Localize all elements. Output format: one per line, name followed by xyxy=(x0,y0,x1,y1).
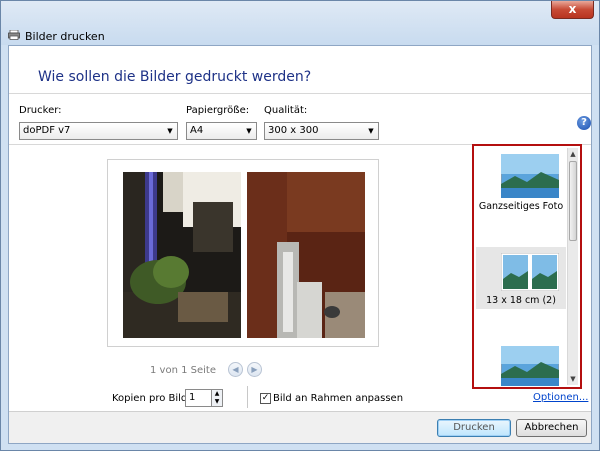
arrow-left-icon: ◀ xyxy=(232,365,239,374)
print-preview xyxy=(107,159,379,347)
printer-value: doPDF v7 xyxy=(23,125,71,136)
dialog-content: Wie sollen die Bilder gedruckt werden? D… xyxy=(8,45,592,444)
two-portraits-thumbnail-icon xyxy=(501,253,559,291)
copies-label: Kopien pro Bild: xyxy=(112,393,191,404)
layout-list-panel: Ganzseitiges Foto 13 x 18 cm (2) ▲ ▼ xyxy=(472,144,582,389)
button-bar: Drucken Abbrechen xyxy=(9,412,591,443)
chevron-down-icon: ▼ xyxy=(368,127,374,135)
layout-label: 13 x 18 cm (2) xyxy=(486,295,556,306)
printer-label: Drucker: xyxy=(19,105,62,116)
page-indicator: 1 von 1 Seite xyxy=(150,365,216,376)
close-button[interactable]: x xyxy=(551,1,594,19)
next-page-button[interactable]: ▶ xyxy=(247,362,262,377)
options-link[interactable]: Optionen... xyxy=(533,392,588,403)
paper-size-label: Papiergröße: xyxy=(186,105,250,116)
fit-to-frame-checkbox[interactable]: ✓ xyxy=(260,393,271,404)
scroll-up-icon[interactable]: ▲ xyxy=(568,148,578,160)
printer-icon xyxy=(8,30,20,40)
quality-value: 300 x 300 xyxy=(268,125,319,136)
paper-size-select[interactable]: A4 ▼ xyxy=(186,122,257,140)
printer-select[interactable]: doPDF v7 ▼ xyxy=(19,122,178,140)
spin-down-icon[interactable]: ▼ xyxy=(212,398,222,406)
preview-photo-left xyxy=(123,172,241,338)
header-section: Wie sollen die Bilder gedruckt werden? xyxy=(9,46,591,93)
copies-spinner[interactable]: ▲ ▼ xyxy=(212,389,223,407)
window-title: Bilder drucken xyxy=(25,30,105,43)
layout-item-full-page[interactable]: Ganzseitiges Foto xyxy=(476,148,566,244)
spin-up-icon[interactable]: ▲ xyxy=(212,390,222,398)
layout-scrollbar[interactable]: ▲ ▼ xyxy=(567,148,578,385)
quality-label: Qualität: xyxy=(264,105,308,116)
dialog-heading: Wie sollen die Bilder gedruckt werden? xyxy=(38,69,312,85)
divider xyxy=(247,386,248,408)
previous-page-button[interactable]: ◀ xyxy=(228,362,243,377)
paper-size-value: A4 xyxy=(190,125,204,136)
scroll-thumb[interactable] xyxy=(569,161,577,241)
fit-to-frame-label: Bild an Rahmen anpassen xyxy=(273,393,404,404)
preview-photo-right xyxy=(247,172,365,338)
chevron-down-icon: ▼ xyxy=(167,127,173,135)
layout-list: Ganzseitiges Foto 13 x 18 cm (2) xyxy=(476,148,566,386)
chevron-down-icon: ▼ xyxy=(246,127,252,135)
layout-item-13x18-two[interactable]: 13 x 18 cm (2) xyxy=(476,247,566,309)
layout-item-third[interactable] xyxy=(476,346,566,386)
landscape-thumbnail-icon xyxy=(501,154,559,198)
title-bar: Bilder drucken x xyxy=(1,1,599,45)
copies-input[interactable]: 1 xyxy=(185,389,212,407)
print-dialog-window: Bilder drucken x Wie sollen die Bilder g… xyxy=(0,0,600,451)
print-button[interactable]: Drucken xyxy=(437,419,511,437)
cancel-button[interactable]: Abbrechen xyxy=(516,419,587,437)
landscape-thumbnail-icon xyxy=(501,346,559,386)
help-icon[interactable]: ? xyxy=(577,116,591,130)
scroll-down-icon[interactable]: ▼ xyxy=(568,373,578,385)
settings-row: Drucker: doPDF v7 ▼ Papiergröße: A4 ▼ Qu… xyxy=(9,93,591,145)
arrow-right-icon: ▶ xyxy=(251,365,258,374)
layout-label: Ganzseitiges Foto xyxy=(478,201,564,212)
quality-select[interactable]: 300 x 300 ▼ xyxy=(264,122,379,140)
